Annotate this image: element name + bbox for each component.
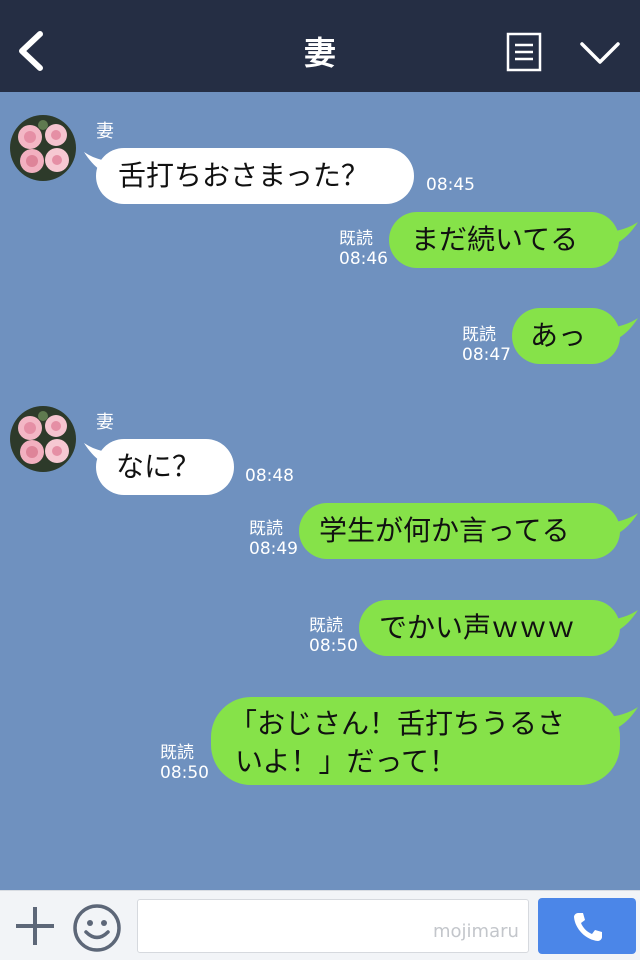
message-line: いよ！」だって！ xyxy=(235,745,458,778)
read-receipt: 既読 xyxy=(339,229,373,249)
message-bubble-outgoing[interactable]: あっ xyxy=(512,308,620,364)
watermark: mojimaru xyxy=(433,921,519,942)
chat-area[interactable]: 妻 舌打ちおさまった？ 08:45 まだ続いてる 既読 08:46 あっ 既読 … xyxy=(0,92,640,890)
message-time: 08:47 xyxy=(462,345,511,365)
plus-icon[interactable] xyxy=(14,905,56,947)
phone-icon xyxy=(574,913,602,941)
message-time: 08:50 xyxy=(160,763,209,783)
message-time: 08:48 xyxy=(245,466,294,486)
message-bubble-outgoing[interactable]: 「おじさん！舌打ちうるさ いよ！」だって！ xyxy=(211,697,620,785)
chat-header: 妻 xyxy=(0,0,640,92)
message-line: 「おじさん！舌打ちうるさ xyxy=(229,707,566,740)
menu-list-icon[interactable] xyxy=(506,32,542,72)
read-receipt: 既読 xyxy=(249,519,283,539)
message-bubble-incoming[interactable]: 舌打ちおさまった？ xyxy=(96,148,414,204)
read-receipt: 既読 xyxy=(462,325,496,345)
message-time: 08:49 xyxy=(249,539,298,559)
message-bubble-outgoing[interactable]: まだ続いてる xyxy=(389,212,619,268)
message-time: 08:45 xyxy=(426,175,475,195)
rose-avatar-icon xyxy=(10,406,76,472)
message-bubble-outgoing[interactable]: 学生が何か言ってる xyxy=(299,503,620,559)
call-button[interactable] xyxy=(538,898,636,954)
message-bubble-outgoing[interactable]: でかい声ｗｗｗ xyxy=(359,600,620,656)
message-time: 08:46 xyxy=(339,249,388,269)
chat-title: 妻 xyxy=(303,34,336,72)
sender-name: 妻 xyxy=(96,412,114,433)
message-composer: mojimaru xyxy=(0,890,640,960)
message-bubble-incoming[interactable]: なに？ xyxy=(96,439,234,495)
emoji-icon[interactable] xyxy=(72,903,122,953)
message-time: 08:50 xyxy=(309,636,358,656)
chevron-down-icon[interactable] xyxy=(578,38,622,68)
avatar[interactable] xyxy=(10,406,76,472)
avatar[interactable] xyxy=(10,115,76,181)
sender-name: 妻 xyxy=(96,121,114,142)
rose-avatar-icon xyxy=(10,115,76,181)
read-receipt: 既読 xyxy=(309,616,343,636)
read-receipt: 既読 xyxy=(160,743,194,763)
